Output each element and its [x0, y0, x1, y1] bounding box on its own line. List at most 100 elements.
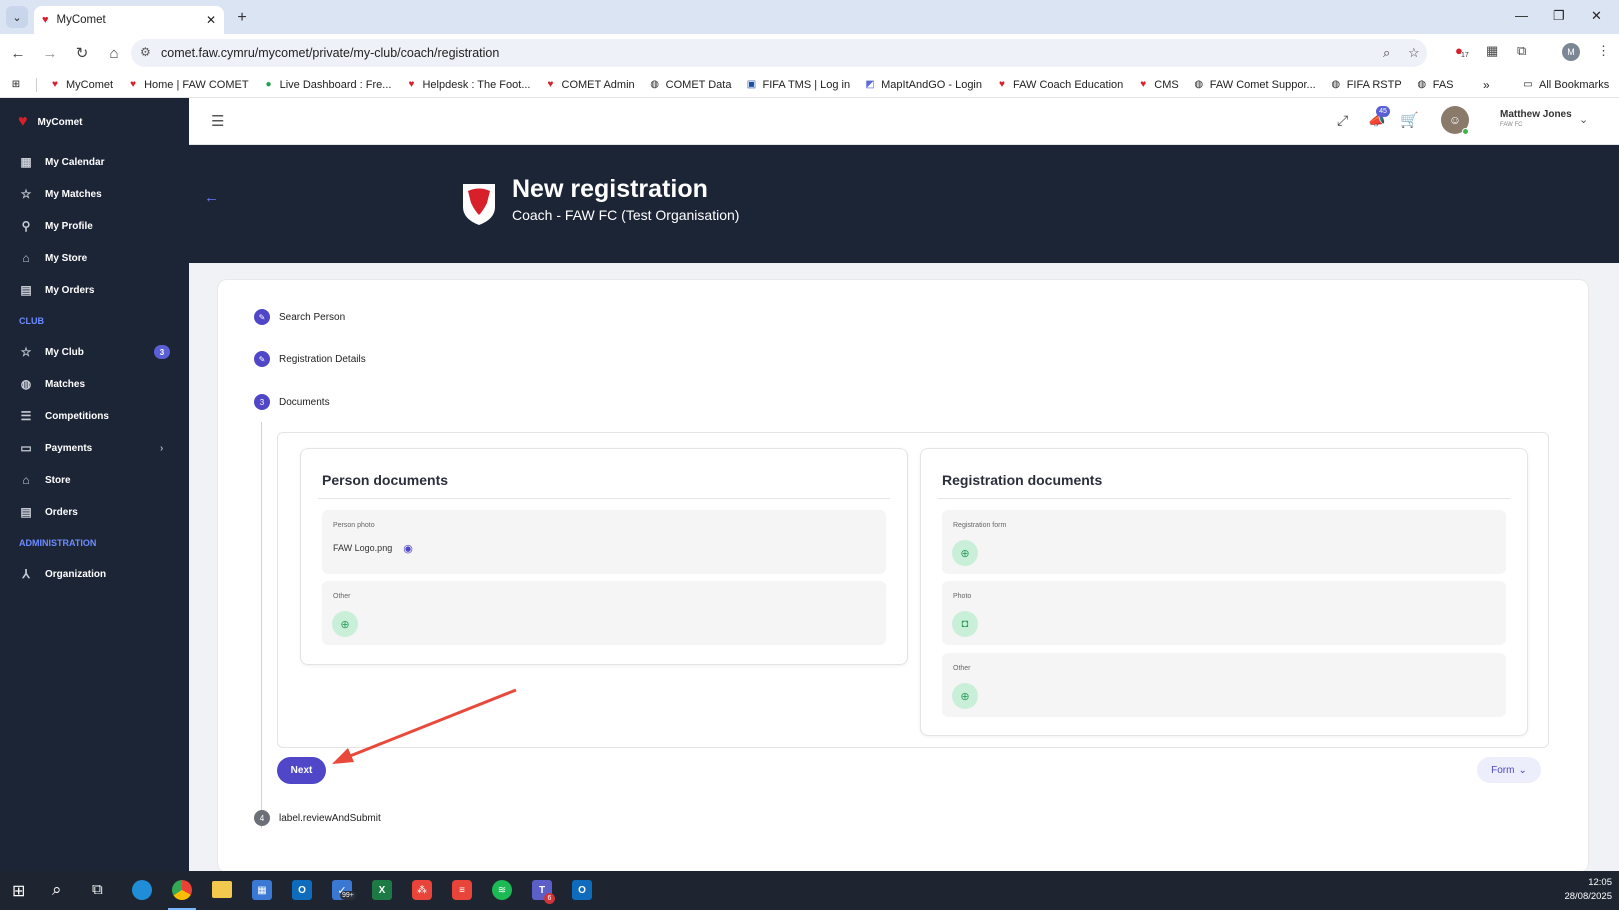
sidebar-item-my-profile[interactable]: ⚲ My Profile	[0, 210, 189, 242]
view-eye-icon[interactable]: ◉	[400, 540, 416, 556]
site-info-icon[interactable]: ⚙	[140, 45, 151, 59]
bookmark-home-faw-comet[interactable]: ♥ Home | FAW COMET	[127, 79, 248, 91]
browser-tab[interactable]: ♥ MyComet ✕	[34, 6, 224, 34]
extensions-puzzle-icon[interactable]: ⧉	[1517, 43, 1526, 59]
step-registration-details[interactable]: ✎ Registration Details	[254, 351, 366, 367]
tab-search-icon[interactable]: ⌄	[6, 6, 28, 28]
main-content: ✎ Search Person ✎ Registration Details 3…	[189, 263, 1619, 891]
restore-icon[interactable]: ❐	[1553, 8, 1565, 24]
step-documents[interactable]: 3 Documents	[254, 394, 330, 410]
system-clock[interactable]: 12:05 28/08/2025	[1540, 876, 1612, 904]
new-tab-icon[interactable]: +	[230, 6, 254, 30]
sidebar-item-my-orders[interactable]: ▤ My Orders	[0, 274, 189, 306]
sidebar-item-store[interactable]: ⌂ Store	[0, 464, 189, 496]
chrome-icon[interactable]	[172, 880, 192, 900]
online-status-dot	[1462, 128, 1469, 135]
chevron-down-icon[interactable]: ⌄	[1579, 113, 1588, 126]
bookmark-fifa-tms[interactable]: ▣ FIFA TMS | Log in	[745, 79, 850, 91]
sidebar-item-my-calendar[interactable]: ▦ My Calendar	[0, 146, 189, 178]
home-icon[interactable]: ⌂	[100, 39, 128, 67]
app-topbar: ☰ ⤢ 📣 45 🛒 ☺ Matthew Jones FAW FC ⌄	[189, 98, 1619, 145]
forward-icon[interactable]: →	[36, 39, 64, 67]
profile-avatar-icon[interactable]: M	[1562, 43, 1580, 61]
bookmark-faw-comet-support[interactable]: ◍ FAW Comet Suppor...	[1193, 79, 1315, 91]
annotation-arrow	[332, 688, 517, 764]
apps-grid-icon[interactable]: ⊞	[10, 79, 22, 91]
spotify-icon[interactable]: ≋	[492, 880, 512, 900]
bookmark-live-dashboard[interactable]: ● Live Dashboard : Fre...	[263, 79, 392, 91]
zoom-icon[interactable]: ⌕	[1383, 45, 1390, 61]
globe-icon: ◍	[1331, 79, 1341, 90]
all-bookmarks[interactable]: ▭ All Bookmarks	[1522, 79, 1609, 91]
red-app-icon[interactable]: ≡	[452, 880, 472, 900]
sidebar-brand[interactable]: ♥ MyComet	[0, 98, 189, 146]
bookmark-label: COMET Admin	[561, 78, 635, 91]
step-search-person[interactable]: ✎ Search Person	[254, 309, 345, 325]
minimize-icon[interactable]: —	[1515, 8, 1528, 23]
bookmark-mapitandgo[interactable]: ◩ MapItAndGO - Login	[864, 79, 982, 91]
outlook-new-icon[interactable]: O	[572, 880, 592, 900]
file-explorer-icon[interactable]	[212, 881, 232, 898]
bookmark-helpdesk[interactable]: ♥ Helpdesk : The Foot...	[405, 79, 531, 91]
window-close-icon[interactable]: ✕	[1591, 8, 1602, 24]
outlook-icon[interactable]: O	[292, 880, 312, 900]
asana-icon[interactable]: ⁂	[412, 880, 432, 900]
bookmark-cms[interactable]: ♥ CMS	[1137, 79, 1178, 91]
add-file-icon[interactable]: ⊕	[952, 683, 978, 709]
sidebar-item-my-club[interactable]: ☆ My Club 3	[0, 336, 189, 368]
globe-icon: ◍	[1417, 79, 1427, 90]
bookmark-comet-admin[interactable]: ♥ COMET Admin	[545, 79, 635, 91]
bookmark-mycomet[interactable]: ♥ MyComet	[49, 79, 113, 91]
user-org: FAW FC	[1500, 122, 1523, 128]
sidebar-item-competitions[interactable]: ☰ Competitions	[0, 400, 189, 432]
bookmark-divider	[36, 77, 37, 92]
pencil-icon: ✎	[254, 351, 270, 367]
sidebar-item-label: My Profile	[45, 220, 93, 232]
qr-extension-icon[interactable]: ▦	[1486, 43, 1498, 59]
cart-icon[interactable]: 🛒	[1400, 111, 1419, 129]
sidebar-item-my-matches[interactable]: ☆ My Matches	[0, 178, 189, 210]
add-file-icon[interactable]: ⊕	[332, 611, 358, 637]
bookmark-fifa-rstp[interactable]: ◍ FIFA RSTP	[1330, 78, 1402, 91]
close-tab-icon[interactable]: ✕	[206, 13, 216, 27]
step-number: 4	[254, 810, 270, 826]
store-app-icon[interactable]: ▦	[252, 880, 272, 900]
clock-date: 28/08/2025	[1564, 891, 1612, 902]
faw-dragon-icon: ♥	[999, 79, 1005, 90]
back-arrow-icon[interactable]: ←	[204, 189, 219, 206]
form-dropdown-button[interactable]: Form ⌄	[1477, 757, 1541, 783]
hamburger-menu-icon[interactable]: ☰	[211, 112, 224, 130]
user-menu[interactable]: Matthew Jones FAW FC	[1500, 109, 1572, 128]
sidebar-item-organization[interactable]: ⅄ Organization	[0, 558, 189, 590]
chevron-right-icon: ›	[160, 442, 164, 454]
camera-icon[interactable]: ◘	[952, 611, 978, 637]
excel-icon[interactable]: X	[372, 880, 392, 900]
windows-start-icon[interactable]: ⊞	[12, 881, 25, 901]
step-review-and-submit[interactable]: 4 label.reviewAndSubmit	[254, 810, 381, 826]
edge-icon[interactable]	[132, 880, 152, 900]
next-button[interactable]: Next	[277, 757, 326, 784]
sidebar-item-my-store[interactable]: ⌂ My Store	[0, 242, 189, 274]
url-bar[interactable]: ⚙ comet.faw.cymru/mycomet/private/my-clu…	[131, 39, 1427, 67]
search-icon[interactable]: ⌕	[52, 880, 62, 900]
task-view-icon[interactable]: ⧉	[92, 881, 103, 898]
sidebar-item-orders[interactable]: ▤ Orders	[0, 496, 189, 528]
back-icon[interactable]: ←	[4, 39, 32, 67]
all-bookmarks-label: All Bookmarks	[1539, 78, 1610, 91]
bookmark-comet-data[interactable]: ◍ COMET Data	[649, 79, 731, 91]
more-bookmarks-icon[interactable]: »	[1483, 78, 1490, 92]
add-file-icon[interactable]: ⊕	[952, 540, 978, 566]
card-icon: ▭	[20, 441, 32, 455]
reload-icon[interactable]: ↻	[68, 39, 96, 67]
fullscreen-icon[interactable]: ⤢	[1337, 112, 1348, 129]
chevron-down-icon: ⌄	[1518, 764, 1527, 776]
person-other-slot: Other ⊕	[322, 581, 886, 645]
bookmark-label: FIFA RSTP	[1346, 78, 1402, 91]
bookmark-star-icon[interactable]: ☆	[1408, 45, 1420, 61]
bookmark-fas[interactable]: ◍ FAS	[1416, 79, 1453, 91]
sidebar-item-payments[interactable]: ▭ Payments ›	[0, 432, 189, 464]
sidebar-item-matches[interactable]: ◍ Matches	[0, 368, 189, 400]
bookmark-faw-coach-education[interactable]: ♥ FAW Coach Education	[996, 79, 1123, 91]
sidebar-item-label: My Orders	[45, 284, 95, 296]
menu-kebab-icon[interactable]: ⋮	[1597, 43, 1610, 59]
